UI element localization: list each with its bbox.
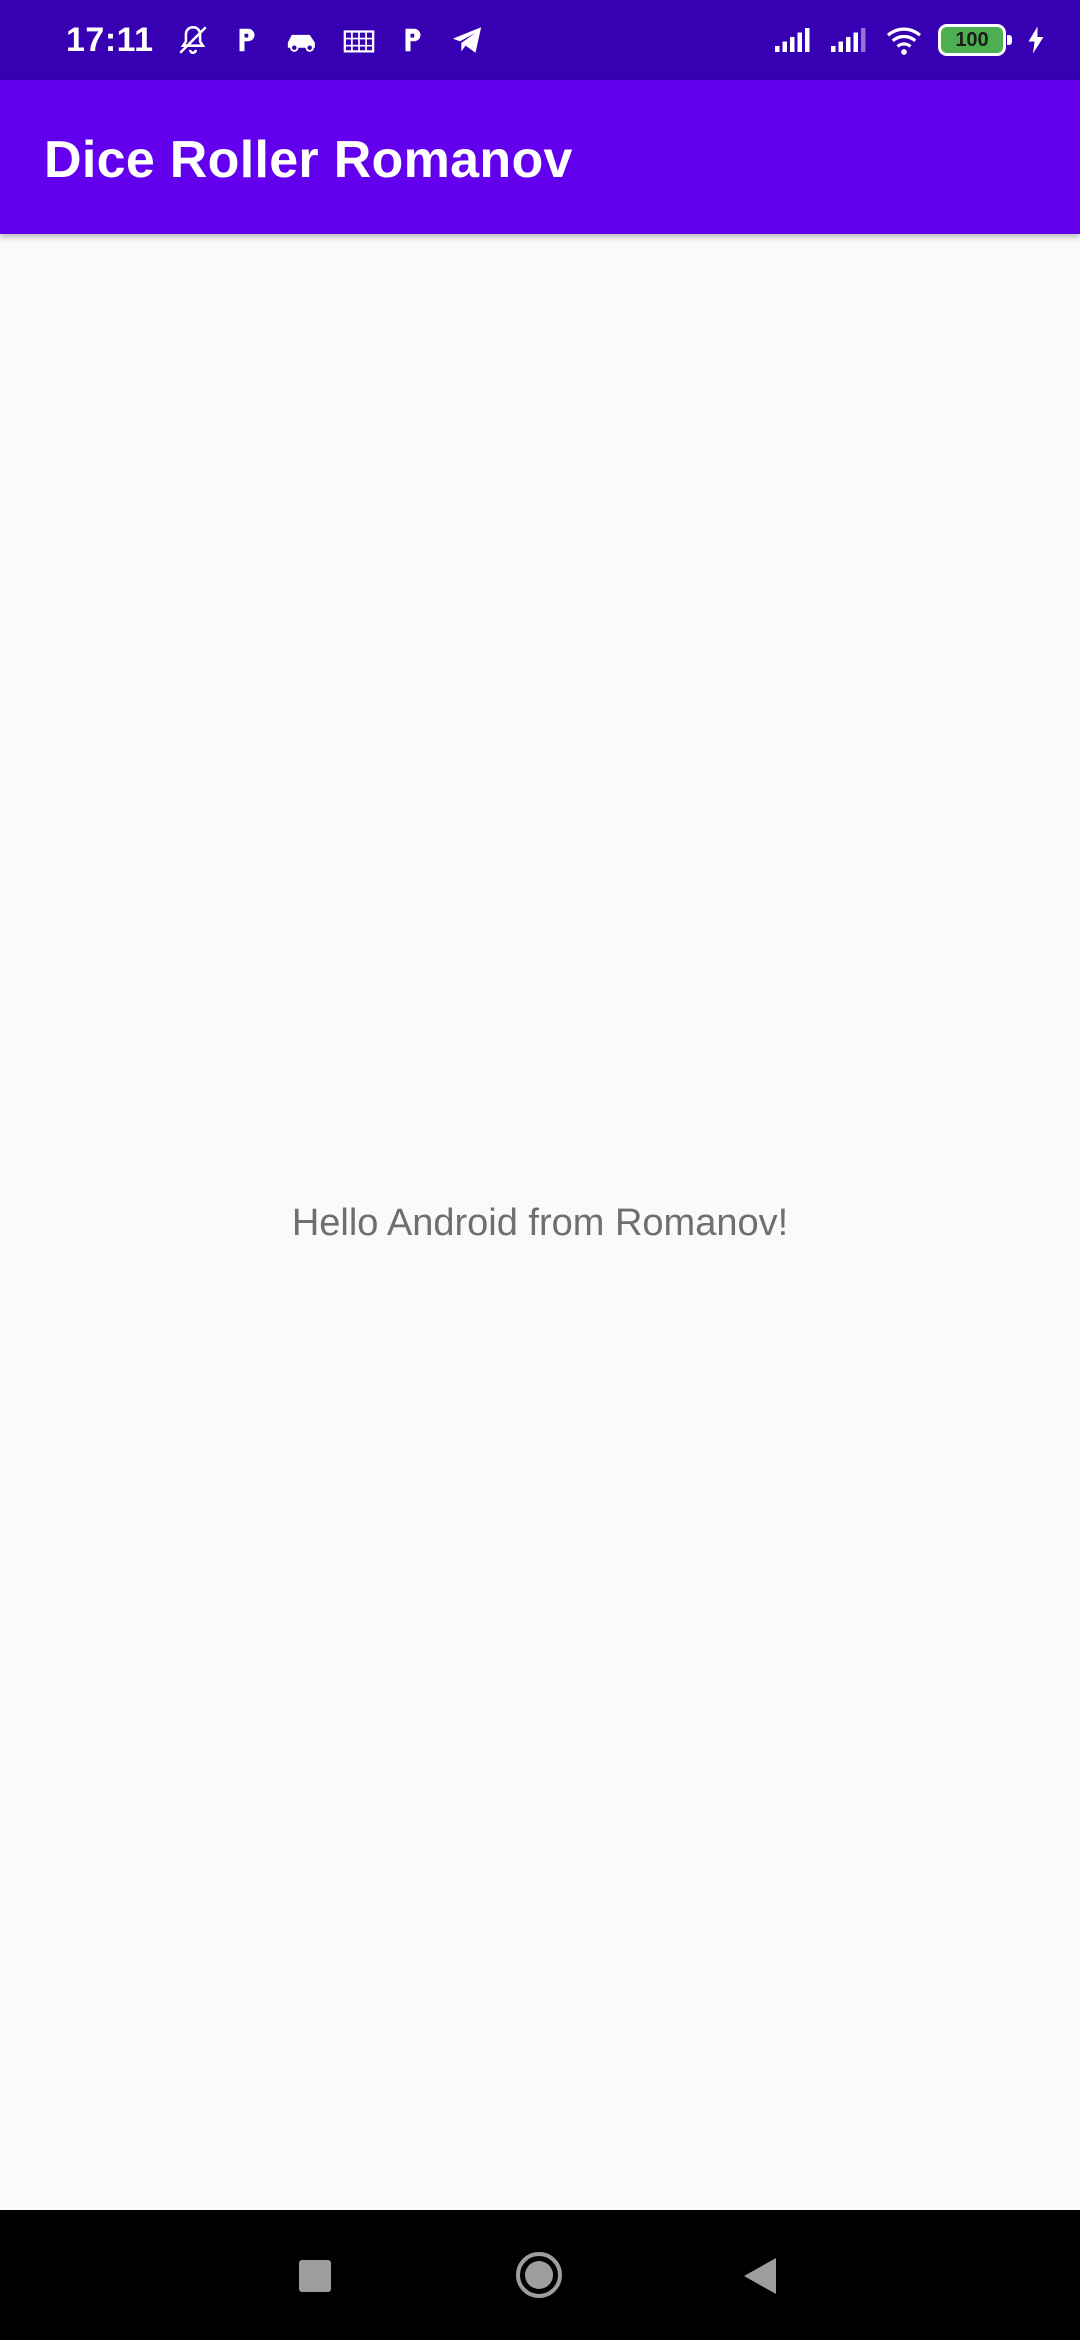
car-icon	[284, 25, 320, 55]
status-left-group: 17:11	[66, 0, 484, 80]
status-bar: 17:11 100	[0, 0, 1080, 80]
recent-apps-button[interactable]	[299, 2260, 331, 2292]
battery-level: 100	[955, 28, 989, 51]
p-icon	[232, 23, 262, 57]
status-right-group: 100	[772, 0, 1046, 80]
bell-off-icon	[176, 23, 210, 57]
wifi-icon	[884, 24, 924, 56]
navigation-bar	[0, 2210, 1080, 2340]
app-title: Dice Roller Romanov	[44, 131, 573, 189]
signal-icon	[772, 25, 814, 55]
home-button[interactable]	[514, 2250, 564, 2300]
telegram-icon	[450, 25, 484, 55]
charging-icon	[1026, 25, 1046, 55]
back-button[interactable]	[742, 2256, 778, 2296]
main-content: Hello Android from Romanov!	[0, 234, 1080, 2210]
battery-icon: 100	[938, 24, 1012, 56]
app-bar: Dice Roller Romanov	[0, 80, 1080, 234]
hello-message: Hello Android from Romanov!	[291, 1202, 789, 1244]
p-icon	[398, 23, 428, 57]
grid-icon	[342, 25, 376, 55]
status-time: 17:11	[66, 20, 154, 59]
signal-icon	[828, 25, 870, 55]
